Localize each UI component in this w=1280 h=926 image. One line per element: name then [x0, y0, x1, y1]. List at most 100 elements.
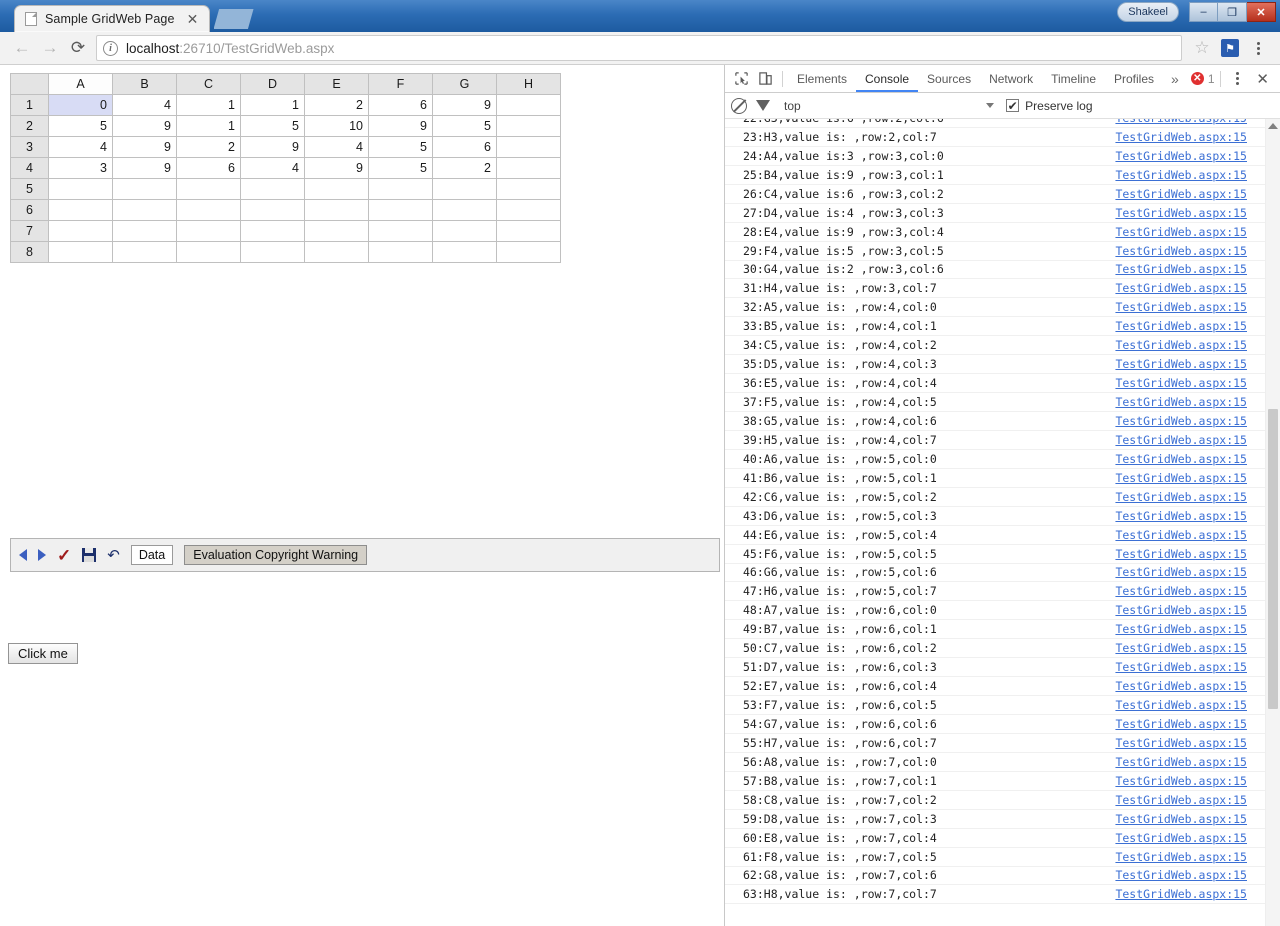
cell-F1[interactable]: 6: [368, 94, 433, 116]
select-all-corner[interactable]: [10, 73, 49, 95]
console-log-source-link[interactable]: TestGridWeb.aspx:15: [1115, 433, 1247, 447]
cell-A4[interactable]: 3: [48, 157, 113, 179]
cell-G1[interactable]: 9: [432, 94, 497, 116]
console-log-source-link[interactable]: TestGridWeb.aspx:15: [1115, 206, 1247, 220]
cell-H2[interactable]: [496, 115, 561, 137]
user-profile-chip[interactable]: Shakeel: [1117, 2, 1179, 22]
cell-D5[interactable]: [240, 178, 305, 200]
console-log-row[interactable]: 43:D6,value is: ,row:5,col:3 TestGridWeb.…: [725, 507, 1265, 526]
save-icon[interactable]: [82, 548, 97, 562]
cell-C1[interactable]: 1: [176, 94, 241, 116]
console-log-source-link[interactable]: TestGridWeb.aspx:15: [1115, 119, 1247, 125]
cell-C3[interactable]: 2: [176, 136, 241, 158]
cell-F2[interactable]: 9: [368, 115, 433, 137]
console-log-row[interactable]: 62:G8,value is: ,row:7,col:6 TestGridWeb.…: [725, 867, 1265, 886]
cell-B4[interactable]: 9: [112, 157, 177, 179]
cell-E5[interactable]: [304, 178, 369, 200]
console-log-row[interactable]: 35:D5,value is: ,row:4,col:3 TestGridWeb.…: [725, 355, 1265, 375]
console-log-row[interactable]: 52:E7,value is: ,row:6,col:4 TestGridWeb.…: [725, 677, 1265, 697]
console-log-source-link[interactable]: TestGridWeb.aspx:15: [1115, 793, 1247, 807]
close-window-button[interactable]: ✕: [1247, 2, 1276, 22]
console-log-row[interactable]: 23:H3,value is: ,row:2,col:7 TestGridWeb.…: [725, 128, 1265, 147]
sheet-tab-data[interactable]: Data: [130, 545, 174, 565]
console-log-row[interactable]: 44:E6,value is: ,row:5,col:4 TestGridWeb.…: [725, 526, 1265, 545]
extension-button[interactable]: ⚑: [1216, 34, 1244, 62]
cell-G5[interactable]: [432, 178, 497, 200]
console-log-row[interactable]: 59:D8,value is: ,row:7,col:3 TestGridWeb.…: [725, 810, 1265, 829]
console-log-source-link[interactable]: TestGridWeb.aspx:15: [1115, 357, 1247, 371]
next-sheet-icon[interactable]: [38, 549, 46, 561]
console-log-source-link[interactable]: TestGridWeb.aspx:15: [1115, 528, 1247, 542]
console-log-row[interactable]: 22:G3,value is:6 ,row:2,col:6TestGridWeb…: [725, 119, 1265, 128]
cell-G8[interactable]: [432, 241, 497, 263]
cell-D7[interactable]: [240, 220, 305, 242]
console-log-source-link[interactable]: TestGridWeb.aspx:15: [1115, 490, 1247, 504]
console-log-row[interactable]: 26:C4,value is:6 ,row:3,col:2 TestGridWeb…: [725, 185, 1265, 204]
console-log-source-link[interactable]: TestGridWeb.aspx:15: [1115, 565, 1247, 579]
error-count-badge[interactable]: ✕ 1: [1190, 72, 1215, 86]
device-toolbar-icon[interactable]: [753, 66, 777, 92]
cell-B3[interactable]: 9: [112, 136, 177, 158]
filter-icon[interactable]: [756, 100, 770, 111]
console-log-row[interactable]: 33:B5,value is: ,row:4,col:1 TestGridWeb.…: [725, 317, 1265, 337]
console-log-row[interactable]: 55:H7,value is: ,row:6,col:7 TestGridWeb.…: [725, 734, 1265, 753]
cell-E1[interactable]: 2: [304, 94, 369, 116]
cell-D1[interactable]: 1: [240, 94, 305, 116]
cell-E2[interactable]: 10: [304, 115, 369, 137]
console-log-row[interactable]: 47:H6,value is: ,row:5,col:7 TestGridWeb.…: [725, 582, 1265, 602]
devtools-tab-console[interactable]: Console: [856, 65, 918, 92]
cell-F4[interactable]: 5: [368, 157, 433, 179]
forward-icon[interactable]: →: [36, 34, 64, 62]
console-log-source-link[interactable]: TestGridWeb.aspx:15: [1115, 850, 1247, 864]
devtools-tab-timeline[interactable]: Timeline: [1042, 65, 1105, 92]
console-log-source-link[interactable]: TestGridWeb.aspx:15: [1115, 812, 1247, 826]
console-log-row[interactable]: 54:G7,value is: ,row:6,col:6 TestGridWeb.…: [725, 715, 1265, 734]
console-log-source-link[interactable]: TestGridWeb.aspx:15: [1115, 187, 1247, 201]
console-log-source-link[interactable]: TestGridWeb.aspx:15: [1115, 679, 1247, 693]
console-log-row[interactable]: 24:A4,value is:3 ,row:3,col:0 TestGridWeb…: [725, 147, 1265, 166]
row-header-5[interactable]: 5: [10, 178, 49, 200]
cell-A7[interactable]: [48, 220, 113, 242]
cell-A6[interactable]: [48, 199, 113, 221]
new-tab-button[interactable]: [213, 9, 254, 29]
devtools-tab-profiles[interactable]: Profiles: [1105, 65, 1163, 92]
cell-C5[interactable]: [176, 178, 241, 200]
reload-icon[interactable]: ⟳: [64, 34, 92, 62]
devtools-tab-network[interactable]: Network: [980, 65, 1042, 92]
cell-H1[interactable]: [496, 94, 561, 116]
cell-G2[interactable]: 5: [432, 115, 497, 137]
row-header-1[interactable]: 1: [10, 94, 49, 116]
console-log-source-link[interactable]: TestGridWeb.aspx:15: [1115, 376, 1247, 390]
console-context-selector[interactable]: top: [784, 99, 801, 113]
cell-B2[interactable]: 9: [112, 115, 177, 137]
cell-F5[interactable]: [368, 178, 433, 200]
row-header-4[interactable]: 4: [10, 157, 49, 179]
console-log-row[interactable]: 60:E8,value is: ,row:7,col:4 TestGridWeb.…: [725, 829, 1265, 848]
back-icon[interactable]: ←: [8, 34, 36, 62]
close-icon[interactable]: ✕: [185, 11, 201, 27]
click-me-button[interactable]: Click me: [8, 643, 78, 664]
cell-E7[interactable]: [304, 220, 369, 242]
console-log-source-link[interactable]: TestGridWeb.aspx:15: [1115, 660, 1247, 674]
cell-G7[interactable]: [432, 220, 497, 242]
cell-H7[interactable]: [496, 220, 561, 242]
column-header-E[interactable]: E: [304, 73, 369, 95]
console-log-row[interactable]: 38:G5,value is: ,row:4,col:6 TestGridWeb.…: [725, 412, 1265, 431]
cell-A5[interactable]: [48, 178, 113, 200]
site-info-icon[interactable]: i: [103, 40, 118, 56]
console-log-source-link[interactable]: TestGridWeb.aspx:15: [1115, 509, 1247, 523]
scroll-up-arrow[interactable]: [1268, 123, 1278, 129]
console-log-source-link[interactable]: TestGridWeb.aspx:15: [1115, 622, 1247, 636]
cell-B8[interactable]: [112, 241, 177, 263]
cell-G6[interactable]: [432, 199, 497, 221]
console-log-row[interactable]: 27:D4,value is:4 ,row:3,col:3 TestGridWeb…: [725, 204, 1265, 223]
minimize-button[interactable]: –: [1189, 2, 1218, 22]
cell-D3[interactable]: 9: [240, 136, 305, 158]
spreadsheet-grid[interactable]: ABCDEFGH 1 0 4 1 1 2 6 9 2 5 9 1 5 10 9 5 3 4 9 2 9 4 5 6 4 3 9 6 4 9…: [10, 73, 561, 263]
cell-D8[interactable]: [240, 241, 305, 263]
row-header-6[interactable]: 6: [10, 199, 49, 221]
cell-A2[interactable]: 5: [48, 115, 113, 137]
console-log-source-link[interactable]: TestGridWeb.aspx:15: [1115, 225, 1247, 239]
inspect-element-icon[interactable]: [729, 66, 753, 92]
undo-icon[interactable]: ↶: [107, 548, 120, 563]
